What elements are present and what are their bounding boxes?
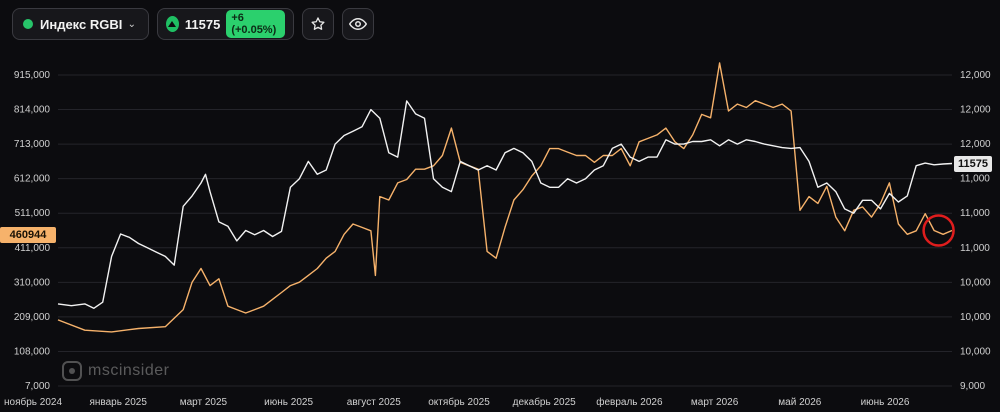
right-axis-tick: 12,000 bbox=[960, 139, 991, 150]
x-axis-tick: ноябрь 2024 bbox=[4, 396, 62, 408]
logo-icon bbox=[62, 361, 82, 381]
x-axis-tick: март 2026 bbox=[691, 397, 739, 408]
highlight-marker bbox=[922, 214, 955, 247]
right-axis-tick: 11,000 bbox=[960, 208, 990, 219]
left-axis-tick: 915,000 bbox=[14, 70, 51, 81]
x-axis-tick: октябрь 2025 bbox=[428, 396, 490, 408]
series-line bbox=[57, 62, 953, 333]
series-line bbox=[57, 100, 953, 309]
right-axis-tick: 10,000 bbox=[960, 346, 991, 357]
right-axis-tick: 11,000 bbox=[960, 174, 990, 185]
right-axis-tick: 9,000 bbox=[960, 381, 985, 392]
watermark-text: mscinsider bbox=[88, 362, 170, 379]
left-axis-tick: 209,000 bbox=[14, 312, 51, 323]
x-axis-tick: январь 2025 bbox=[89, 397, 147, 408]
x-axis-tick: июнь 2026 bbox=[861, 397, 910, 408]
left-axis-tick: 713,000 bbox=[14, 139, 51, 150]
right-axis-tick: 12,000 bbox=[960, 70, 991, 81]
x-axis-tick: май 2026 bbox=[778, 397, 821, 408]
left-axis-tick: 310,000 bbox=[14, 277, 51, 288]
left-axis-tick: 612,000 bbox=[14, 174, 51, 185]
right-axis-tick: 11,000 bbox=[960, 243, 990, 254]
left-axis-tick: 411,000 bbox=[15, 243, 51, 254]
watermark-logo: mscinsider bbox=[62, 361, 169, 381]
right-axis-tick: 10,000 bbox=[960, 277, 991, 288]
right-axis-tick: 12,000 bbox=[960, 105, 991, 116]
x-axis-tick: август 2025 bbox=[347, 397, 401, 408]
x-axis-tick: февраль 2026 bbox=[596, 396, 663, 408]
right-price-badge: 11575 bbox=[954, 156, 992, 172]
x-axis-tick: декабрь 2025 bbox=[513, 396, 577, 408]
right-axis-tick: 10,000 bbox=[960, 312, 991, 323]
x-axis-tick: июнь 2025 bbox=[264, 397, 313, 408]
left-axis-tick: 7,000 bbox=[25, 381, 50, 392]
left-price-badge: 460944 bbox=[0, 227, 56, 243]
left-axis-tick: 814,000 bbox=[14, 105, 51, 116]
price-chart: 915,000 12,000 814,000 12,000 713,000 12,000 6… bbox=[4, 62, 991, 408]
left-axis-tick: 108,000 bbox=[14, 346, 51, 357]
left-axis-tick: 511,000 bbox=[15, 208, 51, 219]
x-axis-tick: март 2025 bbox=[180, 397, 228, 408]
